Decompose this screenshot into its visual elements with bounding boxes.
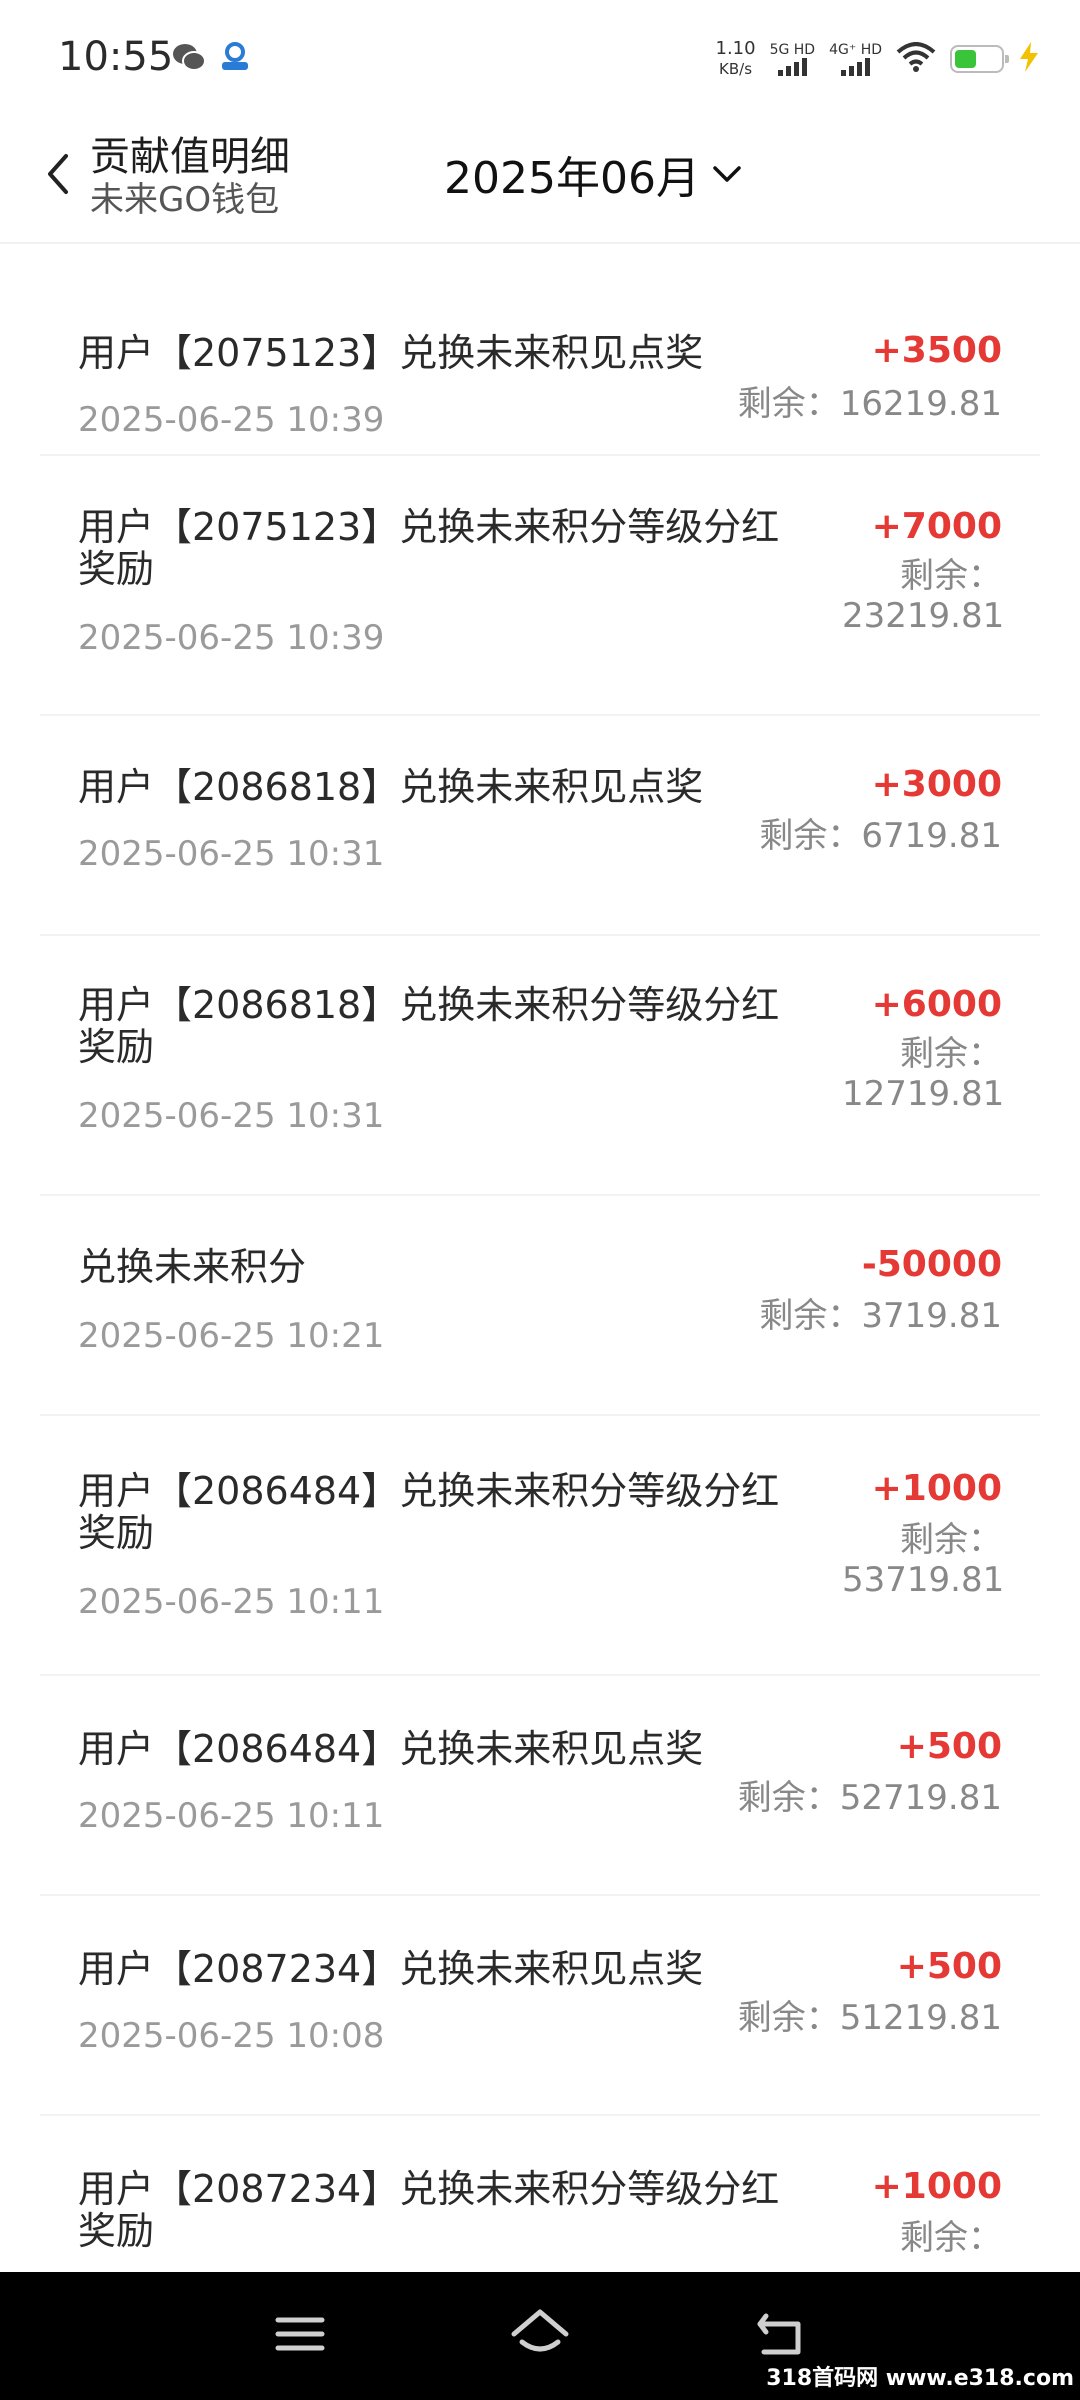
home-icon bbox=[511, 2309, 569, 2352]
record-description: 用户【2086484】兑换未来积见点奖 bbox=[78, 1727, 704, 1771]
record-balance: 剩余：6719.81 bbox=[759, 816, 1002, 856]
status-indicators: 1.10 KB/s 5G HD 4G⁺ HD bbox=[716, 36, 1041, 82]
record-amount: +500 bbox=[896, 1946, 1002, 1987]
record-amount: +500 bbox=[896, 1726, 1002, 1767]
list-item[interactable]: 用户【2075123】兑换未来积分等级分红奖励 2025-06-25 10:39… bbox=[40, 456, 1040, 716]
list-item[interactable]: 兑换未来积分 2025-06-25 10:21 -50000 剩余：3719.8… bbox=[40, 1196, 1040, 1416]
record-balance: 剩余：16219.81 bbox=[737, 384, 1002, 424]
record-description: 用户【2086818】兑换未来积见点奖 bbox=[78, 765, 704, 809]
record-date: 2025-06-25 10:39 bbox=[78, 618, 385, 658]
record-description: 用户【2075123】兑换未来积见点奖 bbox=[78, 331, 704, 375]
status-time: 10:55 bbox=[58, 34, 174, 80]
record-balance: 剩余：12719.81 bbox=[842, 1034, 1005, 1114]
list-item[interactable]: 用户【2086818】兑换未来积分等级分红奖励 2025-06-25 10:31… bbox=[40, 936, 1040, 1196]
sim1-signal-icon: 5G HD bbox=[770, 42, 815, 76]
home-button[interactable] bbox=[508, 2306, 572, 2366]
record-description: 用户【2075123】兑换未来积分等级分红奖励 bbox=[78, 505, 780, 591]
return-icon bbox=[757, 2313, 801, 2355]
page-subtitle: 未来GO钱包 bbox=[90, 180, 280, 220]
app-notification-icon bbox=[218, 40, 252, 78]
wifi-icon bbox=[896, 42, 936, 76]
status-bar: 10:55 1.10 KB/s 5G HD 4G⁺ HD bbox=[0, 0, 1080, 118]
network-speed: 1.10 KB/s bbox=[715, 38, 756, 79]
record-description: 用户【2086484】兑换未来积分等级分红奖励 bbox=[78, 1469, 780, 1555]
chevron-down-icon bbox=[713, 166, 741, 182]
charging-icon bbox=[1018, 42, 1040, 76]
record-date: 2025-06-25 10:11 bbox=[78, 1582, 385, 1622]
sim2-signal-icon: 4G⁺ HD bbox=[829, 42, 882, 76]
list-item[interactable]: 用户【2087234】兑换未来积见点奖 2025-06-25 10:08 +50… bbox=[40, 1896, 1040, 2116]
record-description: 兑换未来积分 bbox=[78, 1245, 307, 1289]
record-balance: 剩余： bbox=[900, 2218, 1002, 2258]
record-date: 2025-06-25 10:11 bbox=[78, 1796, 385, 1836]
record-amount: +7000 bbox=[871, 506, 1002, 547]
battery-icon bbox=[950, 45, 1009, 73]
month-selector[interactable]: 2025年06月 bbox=[444, 142, 742, 206]
watermark: 318首码网 www.e318.com bbox=[766, 2366, 1074, 2391]
record-amount: +1000 bbox=[871, 2166, 1002, 2207]
record-amount: +3500 bbox=[871, 330, 1002, 371]
record-balance: 剩余：51219.81 bbox=[737, 1998, 1002, 2038]
record-date: 2025-06-25 10:08 bbox=[78, 2016, 385, 2056]
system-navigation-bar: 318首码网 www.e318.com bbox=[0, 2272, 1080, 2400]
record-date: 2025-06-25 10:21 bbox=[78, 1316, 385, 1356]
record-description: 用户【2086818】兑换未来积分等级分红奖励 bbox=[78, 983, 780, 1069]
record-amount: +1000 bbox=[871, 1468, 1002, 1509]
record-balance: 剩余：53719.81 bbox=[842, 1520, 1005, 1600]
month-label: 2025年06月 bbox=[444, 153, 700, 204]
record-date: 2025-06-25 10:31 bbox=[78, 1096, 385, 1136]
wechat-icon bbox=[172, 42, 206, 76]
back-arrow-icon bbox=[48, 154, 68, 194]
record-description: 用户【2087234】兑换未来积分等级分红奖励 bbox=[78, 2167, 780, 2253]
record-balance: 剩余：23219.81 bbox=[842, 556, 1005, 636]
menu-icon bbox=[275, 2317, 325, 2351]
list-item[interactable]: 用户【2086484】兑换未来积分等级分红奖励 2025-06-25 10:11… bbox=[40, 1416, 1040, 1676]
back-nav-button[interactable] bbox=[752, 2306, 808, 2366]
record-amount: +3000 bbox=[871, 764, 1002, 805]
back-button[interactable] bbox=[40, 148, 76, 204]
record-balance: 剩余：3719.81 bbox=[759, 1296, 1002, 1336]
record-amount: +6000 bbox=[871, 984, 1002, 1025]
record-balance: 剩余：52719.81 bbox=[737, 1778, 1002, 1818]
record-date: 2025-06-25 10:31 bbox=[78, 834, 385, 874]
list-item[interactable]: 用户【2086818】兑换未来积见点奖 2025-06-25 10:31 +30… bbox=[40, 716, 1040, 936]
list-item[interactable]: 用户【2075123】兑换未来积见点奖 2025-06-25 10:39 +35… bbox=[40, 244, 1040, 456]
record-amount: -50000 bbox=[861, 1244, 1002, 1285]
page-header: 贡献值明细 未来GO钱包 2025年06月 bbox=[0, 118, 1080, 244]
record-description: 用户【2087234】兑换未来积见点奖 bbox=[78, 1947, 704, 1991]
record-list: 用户【2075123】兑换未来积见点奖 2025-06-25 10:39 +35… bbox=[0, 244, 1080, 2316]
list-item[interactable]: 用户【2086484】兑换未来积见点奖 2025-06-25 10:11 +50… bbox=[40, 1676, 1040, 1896]
record-date: 2025-06-25 10:39 bbox=[78, 400, 385, 440]
menu-button[interactable] bbox=[272, 2306, 328, 2366]
